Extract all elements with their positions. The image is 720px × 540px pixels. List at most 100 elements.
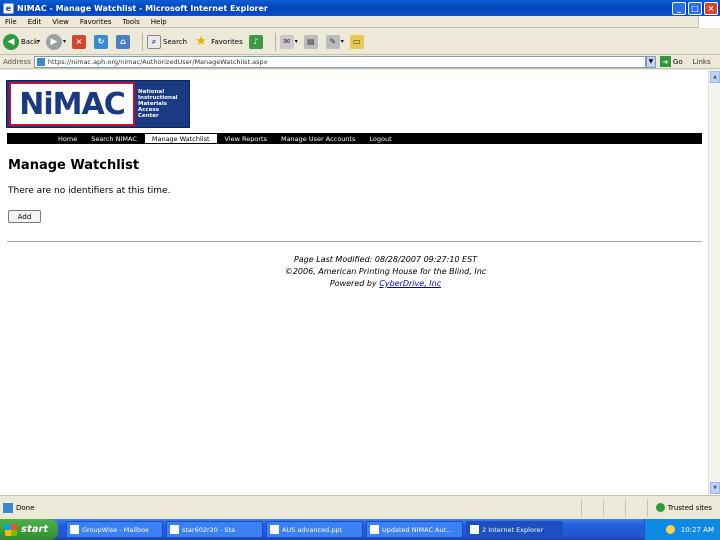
printer-icon: ▤ [303,34,318,49]
go-button[interactable]: ➜ Go [659,56,683,67]
empty-message: There are no identifiers at this time. [8,186,171,196]
scroll-up-icon[interactable]: ▲ [710,71,720,83]
search-button[interactable]: ⌕ Search [147,34,188,49]
org-name-line: Center [138,113,159,119]
add-button[interactable]: Add [8,210,41,223]
powerpoint-icon [270,525,279,534]
menu-favorites[interactable]: Favorites [80,18,112,26]
back-button[interactable]: ◀ Back ▾ [3,33,40,50]
task-label: star602r20 - Sta [182,525,236,534]
close-button[interactable]: × [704,1,718,15]
site-nav: Home Search NIMAC Manage Watchlist View … [7,133,702,144]
ie-icon: e [3,2,14,14]
menu-edit[interactable]: Edit [28,18,42,26]
menu-file[interactable]: File [5,18,17,26]
cyberdrive-link[interactable]: CyberDrive, Inc [379,279,441,288]
zone-label: Trusted sites [667,503,712,512]
ie-icon [470,525,479,534]
mail-button[interactable]: ✉ ▾ [279,34,298,49]
go-label: Go [672,57,683,66]
mail-dropdown-icon[interactable]: ▾ [295,38,298,45]
maximize-button[interactable]: □ [688,1,702,15]
address-dropdown-icon[interactable]: ▼ [645,55,656,68]
print-button[interactable]: ▤ [303,34,320,49]
folder-button[interactable]: ▭ [349,34,366,49]
trusted-zone-icon [655,503,665,512]
home-button[interactable]: ⌂ [116,34,132,49]
windows-logo-icon [698,15,720,28]
menu-view[interactable]: View [52,18,69,26]
search-label: Search [163,37,188,46]
back-arrow-icon: ◀ [3,33,19,50]
folder-icon: ▭ [349,34,364,49]
media-button[interactable]: ♪ [248,34,265,49]
page-content: NiMAC National Instructional Materials A… [0,70,708,495]
logo-mark: NiMAC [9,82,135,126]
vertical-scrollbar[interactable]: ▲ ▼ [708,70,720,495]
nav-home[interactable]: Home [51,133,84,144]
task-button[interactable]: GroupWise - Mailbox [66,521,163,538]
forward-button[interactable]: ▶ ▾ [46,33,66,50]
search-icon: ⌕ [147,34,162,49]
status-cell [602,498,625,517]
nav-logout[interactable]: Logout [362,133,398,144]
nav-search-nimac[interactable]: Search NIMAC [84,133,144,144]
edit-page-button[interactable]: ✎ ▾ [325,34,344,49]
document-icon [370,525,379,534]
status-text: Done [16,503,35,512]
start-label: start [21,524,49,535]
logo-org-name: National Instructional Materials Access … [138,89,178,119]
toolbar-separator [274,32,276,51]
taskbar: start GroupWise - Mailbox star602r20 - S… [0,519,720,540]
task-button[interactable]: AUS advanced.ppt [266,521,363,538]
menu-help[interactable]: Help [151,18,167,26]
back-dropdown-icon[interactable]: ▾ [37,38,40,45]
nav-manage-watchlist[interactable]: Manage Watchlist [143,133,218,144]
nav-view-reports[interactable]: View Reports [218,133,274,144]
favorites-label: Favorites [211,37,243,46]
home-icon: ⌂ [116,34,131,49]
edit-dropdown-icon[interactable]: ▾ [341,38,344,45]
status-bar: Done Trusted sites [0,495,720,519]
task-button-active[interactable]: 2 Internet Explorer [466,521,563,538]
forward-dropdown-icon[interactable]: ▾ [63,38,66,45]
page-done-icon [3,502,13,513]
toolbar: ◀ Back ▾ ▶ ▾ × ↻ ⌂ ⌕ Search ★ Favorites … [0,29,720,55]
address-label: Address [3,57,31,66]
minimize-button[interactable]: _ [672,1,686,15]
star-icon: ★ [195,34,207,49]
clock[interactable]: 10:27 AM [681,526,714,534]
stop-button[interactable]: × [72,34,88,49]
task-button[interactable]: Updated NIMAC Aut... [366,521,463,538]
window-title: NIMAC - Manage Watchlist - Microsoft Int… [17,3,268,13]
window-title-bar[interactable]: e NIMAC - Manage Watchlist - Microsoft I… [0,0,720,16]
media-icon: ♪ [248,34,263,49]
task-label: AUS advanced.ppt [282,525,343,534]
address-input[interactable]: https://nimac.aph.org/nimac/AuthorizedUs… [33,55,646,68]
page-title: Manage Watchlist [8,158,140,173]
windows-flag-icon [5,523,17,536]
address-url: https://nimac.aph.org/nimac/AuthorizedUs… [47,57,268,66]
status-cell [624,498,647,517]
menu-tools[interactable]: Tools [123,18,140,26]
address-bar: Address https://nimac.aph.org/nimac/Auth… [0,55,720,69]
menu-bar: File Edit View Favorites Tools Help [0,15,720,28]
refresh-button[interactable]: ↻ [94,34,110,49]
page-icon [36,57,45,66]
tray-icon[interactable] [665,525,675,534]
nav-manage-user-accounts[interactable]: Manage User Accounts [274,133,362,144]
go-arrow-icon: ➜ [659,56,671,67]
divider [7,241,702,242]
links-button[interactable]: Links [693,58,711,66]
page-footer: Page Last Modified: 08/28/2007 09:27:10 … [0,254,708,290]
last-modified: Page Last Modified: 08/28/2007 09:27:10 … [293,255,478,264]
edit-icon: ✎ [325,34,340,49]
task-button[interactable]: star602r20 - Sta [166,521,263,538]
nimac-logo[interactable]: NiMAC National Instructional Materials A… [6,80,190,128]
scroll-down-icon[interactable]: ▼ [710,482,720,494]
start-button[interactable]: start [0,519,58,540]
favorites-button[interactable]: ★ Favorites [193,34,243,50]
powered-by-prefix: Powered by [329,279,377,288]
security-zone: Trusted sites [646,498,720,517]
system-tray: 10:27 AM [644,519,720,540]
